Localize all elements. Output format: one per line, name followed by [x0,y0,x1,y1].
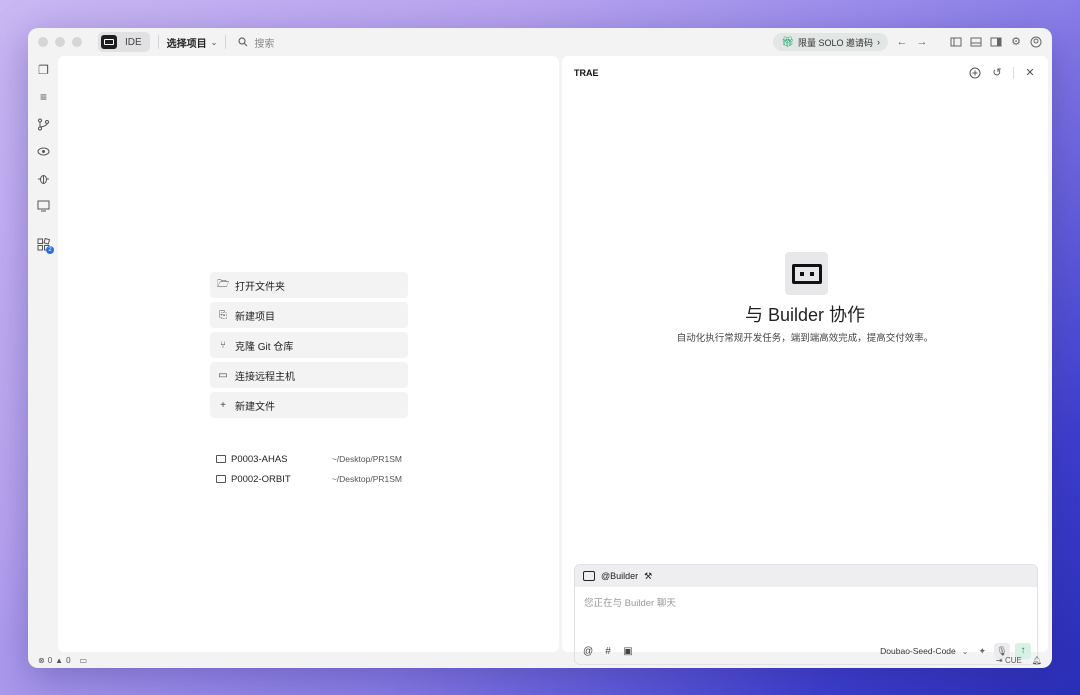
debug-bug-icon[interactable] [37,172,50,185]
minimize-window-button[interactable] [55,37,65,47]
app-window: IDE 选择项目 ⌄ 搜索 🎁︎ 限量 SOLO 邀请码 › ← → ⚙ ❐ ≡… [28,28,1052,668]
panel-title: TRAE [574,68,599,78]
titlebar: IDE 选择项目 ⌄ 搜索 🎁︎ 限量 SOLO 邀请码 › ← → ⚙ [28,28,1052,56]
notifications-bell-icon[interactable]: 🔔︎ [1032,656,1042,665]
status-bar-right: ⇥ CUE 🔔︎ [996,656,1042,665]
preview-eye-icon[interactable] [37,145,50,158]
recent-project-name: P0003-AHAS [231,453,288,465]
activity-bar: ❐ ≡ 2 [28,56,58,652]
new-project-button[interactable]: ⎘ 新建项目 [210,302,408,328]
welcome-actions: 🗁︎ 打开文件夹 ⎘ 新建项目 ⑂ 克隆 Git 仓库 ▭ 连接远程主机 + 新… [210,272,408,422]
extensions-badge: 2 [46,246,54,254]
builder-agent-icon [583,571,595,581]
gift-icon: 🎁︎ [781,36,794,48]
connect-remote-button[interactable]: ▭ 连接远程主机 [210,362,408,388]
error-count: 0 [47,655,53,665]
new-chat-icon[interactable] [969,67,981,79]
warning-icon: ▲ [55,655,64,665]
builder-logo-icon [785,252,828,295]
action-label: 打开文件夹 [235,281,285,293]
solo-invite-button[interactable]: 🎁︎ 限量 SOLO 邀请码 › [773,33,888,51]
recent-project-item[interactable]: P0002-ORBIT ~/Desktop/PR1SM [216,469,402,489]
window-controls [38,37,82,47]
chat-composer: @Builder ⚒ 您正在与 Builder 聊天 @ # ▣ Doubao-… [574,564,1038,665]
search-files-icon[interactable]: ≡ [37,91,50,104]
project-selector[interactable]: 选择项目 ⌄ [167,35,218,50]
recent-projects: P0003-AHAS ~/Desktop/PR1SM P0002-ORBIT ~… [216,449,402,489]
extensions-icon[interactable]: 2 [37,237,54,254]
trae-logo-icon [101,35,117,49]
remote-terminal-icon: ▭ [218,369,228,381]
chat-input[interactable]: 您正在与 Builder 聊天 [584,595,676,609]
tools-icon[interactable]: ⚒ [644,571,652,582]
error-icon: ⊗ [38,655,45,665]
agent-selector[interactable]: @Builder ⚒ [575,565,1037,587]
arrow-left-icon[interactable]: ← [896,36,908,48]
ide-mode-toggle[interactable]: IDE [98,32,150,52]
project-selector-label: 选择项目 [166,38,207,50]
explorer-icon[interactable]: ❐ [37,64,50,77]
ai-chat-panel: TRAE ↺ ✕ 与 Builder 协作 自动化执行常规开发任务，端到端高效完… [562,56,1048,665]
action-label: 新建项目 [235,311,275,323]
cue-label: CUE [1004,655,1022,665]
search-placeholder: 搜索 [254,38,275,50]
settings-gear-icon[interactable]: ⚙ [1010,36,1022,48]
divider [225,35,227,49]
chevron-right-icon: › [877,37,880,47]
toggle-aux-sidebar-icon[interactable] [990,36,1002,48]
maximize-window-button[interactable] [72,37,82,47]
action-label: 克隆 Git 仓库 [235,341,294,353]
folder-icon [216,455,226,463]
recent-project-name: P0002-ORBIT [231,473,291,485]
action-label: 连接远程主机 [235,371,295,383]
divider [1013,66,1014,79]
chevron-down-icon: ⌄ [210,37,218,47]
close-icon[interactable]: ✕ [1024,66,1036,79]
recent-project-path: ~/Desktop/PR1SM [331,454,402,464]
welcome-editor: 🗁︎ 打开文件夹 ⎘ 新建项目 ⑂ 克隆 Git 仓库 ▭ 连接远程主机 + 新… [58,56,559,652]
recent-project-item[interactable]: P0003-AHAS ~/Desktop/PR1SM [216,449,402,469]
toggle-panel-icon[interactable] [970,36,982,48]
arrow-right-icon[interactable]: → [916,36,928,48]
clone-git-button[interactable]: ⑂ 克隆 Git 仓库 [210,332,408,358]
folder-icon [216,475,226,483]
account-icon[interactable] [1030,36,1042,48]
history-icon[interactable]: ↺ [991,66,1003,79]
problems-indicator[interactable]: ⊗ 0 ▲ 0 ▭ [38,656,87,665]
builder-logo-mark [791,263,822,284]
close-window-button[interactable] [38,37,48,47]
folder-open-icon: 🗁︎ [217,278,230,290]
chat-input-placeholder: 您正在与 Builder 聊天 [584,598,676,609]
new-project-icon: ⎘ [219,309,227,321]
toggle-sidebar-icon[interactable] [950,36,962,48]
divider [157,35,159,49]
open-folder-button[interactable]: 🗁︎ 打开文件夹 [210,272,408,298]
agent-label: @Builder [601,571,639,581]
search-icon [238,37,248,47]
cue-button[interactable]: ⇥ CUE [996,656,1022,665]
new-file-button[interactable]: + 新建文件 [210,392,408,418]
terminal-icon[interactable]: ▭ [80,656,88,665]
panel-actions: ↺ ✕ [969,66,1036,79]
mode-label: IDE [125,36,142,48]
search-input[interactable]: 搜索 [238,35,274,50]
git-branch-icon: ⑂ [220,339,226,351]
action-label: 新建文件 [235,401,275,413]
titlebar-actions: 🎁︎ 限量 SOLO 邀请码 › ← → ⚙ [773,33,1042,51]
status-bar: ⊗ 0 ▲ 0 ▭ ⇥ CUE 🔔︎ [28,652,1052,668]
remote-explorer-icon[interactable] [37,199,50,212]
recent-project-path: ~/Desktop/PR1SM [331,474,402,484]
warning-count: 0 [66,655,71,665]
hero-title: 与 Builder 协作 [744,305,866,325]
hero-subtitle: 自动化执行常规开发任务，端到端高效完成，提高交付效率。 [676,333,934,344]
source-control-icon[interactable] [37,118,50,131]
plus-icon: + [220,399,226,411]
solo-invite-label: 限量 SOLO 邀请码 [797,37,873,48]
